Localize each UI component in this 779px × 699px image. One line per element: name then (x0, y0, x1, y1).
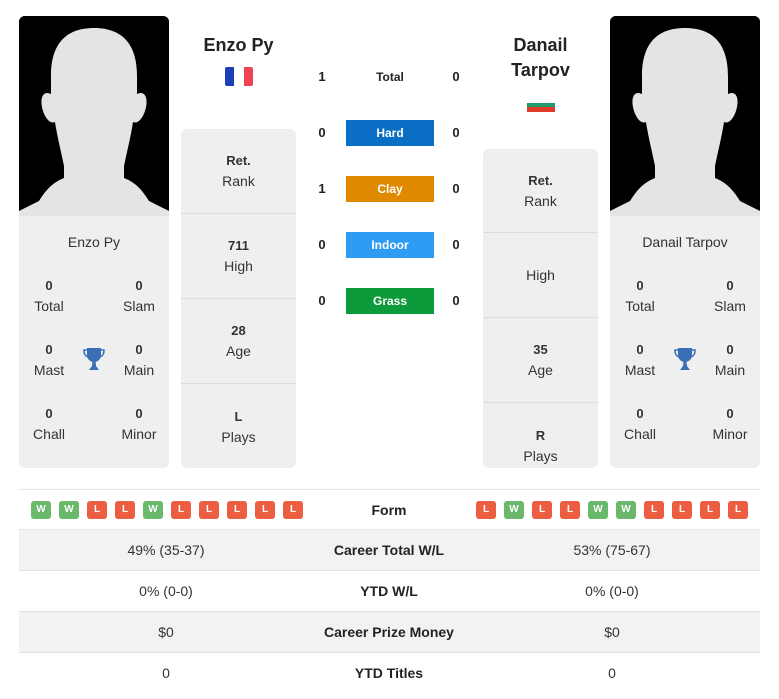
career-prize-money-label: Career Prize Money (324, 624, 454, 640)
form-win-badge[interactable]: W (588, 501, 608, 519)
form-loss-badge[interactable]: L (255, 501, 275, 519)
player1-info-panel: Ret. Rank 711 High 28 Age L Plays (181, 129, 296, 468)
player2-high-rank: High (483, 233, 598, 318)
france-flag-icon (225, 67, 253, 86)
player1-titles-card: Enzo Py 0 Total 0 Slam 0 Mast 0 Main 0 C… (19, 216, 169, 468)
player1-form: WWLLWLLLLL (31, 501, 303, 519)
trophy-icon (82, 346, 106, 372)
player1-masters-titles: 0 Mast (33, 342, 65, 378)
player1-photo (19, 16, 169, 216)
player2-ytd-wl: 0% (0-0) (585, 583, 639, 599)
h2h-clay-p2: 0 (452, 181, 460, 196)
form-loss-badge[interactable]: L (644, 501, 664, 519)
form-loss-badge[interactable]: L (532, 501, 552, 519)
player2-plays: R Plays (523, 427, 558, 464)
h2h-grass-row: 0 Grass 0 (310, 288, 470, 314)
h2h-indoor-row: 0 Indoor 0 (310, 232, 470, 258)
h2h-clay-row: 1 Clay 0 (310, 176, 470, 202)
h2h-total-label: Total (376, 70, 404, 84)
form-loss-badge[interactable]: L (672, 501, 692, 519)
form-win-badge[interactable]: W (616, 501, 636, 519)
form-loss-badge[interactable]: L (199, 501, 219, 519)
player1-age: 28 Age (181, 299, 296, 384)
bulgaria-flag-icon (527, 98, 555, 113)
clay-surface-badge[interactable]: Clay (346, 176, 434, 202)
grass-surface-badge[interactable]: Grass (346, 288, 434, 314)
trophy-icon (673, 346, 697, 372)
h2h-hard-p1: 0 (318, 125, 326, 140)
form-label: Form (371, 502, 407, 518)
h2h-indoor-p1: 0 (318, 237, 326, 252)
player1-career-wl: 49% (35-37) (127, 542, 205, 558)
player1-minor-titles: 0 Minor (121, 406, 157, 442)
player2-photo (610, 16, 760, 216)
avatar-silhouette-icon (19, 16, 169, 216)
ytd-titles-label: YTD Titles (354, 665, 424, 681)
form-loss-badge[interactable]: L (728, 501, 748, 519)
player1-name[interactable]: Enzo Py (19, 234, 169, 250)
player1-slam-titles: 0 Slam (123, 278, 155, 314)
avatar-silhouette-icon (610, 16, 760, 216)
form-loss-badge[interactable]: L (87, 501, 107, 519)
hard-surface-badge[interactable]: Hard (346, 120, 434, 146)
form-loss-badge[interactable]: L (171, 501, 191, 519)
form-win-badge[interactable]: W (504, 501, 524, 519)
h2h-total-row: 1 Total 0 (310, 64, 470, 90)
form-loss-badge[interactable]: L (283, 501, 303, 519)
player2-career-wl: 53% (75-67) (573, 542, 651, 558)
h2h-grass-p2: 0 (452, 293, 460, 308)
player2-header-name[interactable]: Danail Tarpov (483, 33, 598, 83)
player1-rank: Ret. Rank (181, 129, 296, 214)
form-loss-badge[interactable]: L (476, 501, 496, 519)
player2-info-panel: Ret. Rank High 35 Age R Plays (483, 149, 598, 468)
form-loss-badge[interactable]: L (115, 501, 135, 519)
form-win-badge[interactable]: W (31, 501, 51, 519)
indoor-surface-badge[interactable]: Indoor (346, 232, 434, 258)
player1-ytd-titles: 0 (162, 665, 170, 681)
ytd-wl-label: YTD W/L (360, 583, 418, 599)
player1-high-rank: 711 High (181, 214, 296, 299)
form-loss-badge[interactable]: L (700, 501, 720, 519)
form-win-badge[interactable]: W (59, 501, 79, 519)
player1-ytd-wl: 0% (0-0) (139, 583, 193, 599)
career-prize-money-row: $0 Career Prize Money $0 (19, 612, 760, 653)
h2h-indoor-p2: 0 (452, 237, 460, 252)
h2h-clay-p1: 1 (318, 181, 326, 196)
player2-challenger-titles: 0 Chall (624, 406, 656, 442)
h2h-hard-row: 0 Hard 0 (310, 120, 470, 146)
player1-main-titles: 0 Main (123, 342, 155, 378)
player2-minor-titles: 0 Minor (712, 406, 748, 442)
player2-main-titles: 0 Main (714, 342, 746, 378)
h2h-total-p2: 0 (452, 69, 460, 84)
player2-titles-card: Danail Tarpov 0 Total 0 Slam 0 Mast 0 Ma… (610, 216, 760, 468)
player1-prize-money: $0 (158, 624, 174, 640)
form-loss-badge[interactable]: L (227, 501, 247, 519)
ytd-titles-row: 0 YTD Titles 0 (19, 653, 760, 694)
h2h-total-p1: 1 (318, 69, 326, 84)
form-win-badge[interactable]: W (143, 501, 163, 519)
career-total-wl-label: Career Total W/L (333, 542, 445, 558)
player2-ytd-titles: 0 (608, 665, 616, 681)
player2-name[interactable]: Danail Tarpov (610, 234, 760, 250)
player2-total-titles: 0 Total (625, 278, 655, 314)
player2-slam-titles: 0 Slam (714, 278, 746, 314)
player2-age: 35 Age (483, 318, 598, 403)
player2-masters-titles: 0 Mast (624, 342, 656, 378)
career-total-wl-row: 49% (35-37) Career Total W/L 53% (75-67) (19, 530, 760, 571)
h2h-hard-p2: 0 (452, 125, 460, 140)
player1-header-name[interactable]: Enzo Py (181, 33, 296, 58)
player2-form: LWLLWWLLLL (476, 501, 748, 519)
player1-total-titles: 0 Total (34, 278, 64, 314)
player2-prize-money: $0 (604, 624, 620, 640)
player1-plays: L Plays (221, 408, 256, 445)
h2h-grass-p1: 0 (318, 293, 326, 308)
ytd-wl-row: 0% (0-0) YTD W/L 0% (0-0) (19, 571, 760, 612)
form-row: WWLLWLLLLL Form LWLLWWLLLL (19, 489, 760, 530)
form-loss-badge[interactable]: L (560, 501, 580, 519)
player2-rank: Ret. Rank (483, 149, 598, 233)
player1-challenger-titles: 0 Chall (33, 406, 65, 442)
